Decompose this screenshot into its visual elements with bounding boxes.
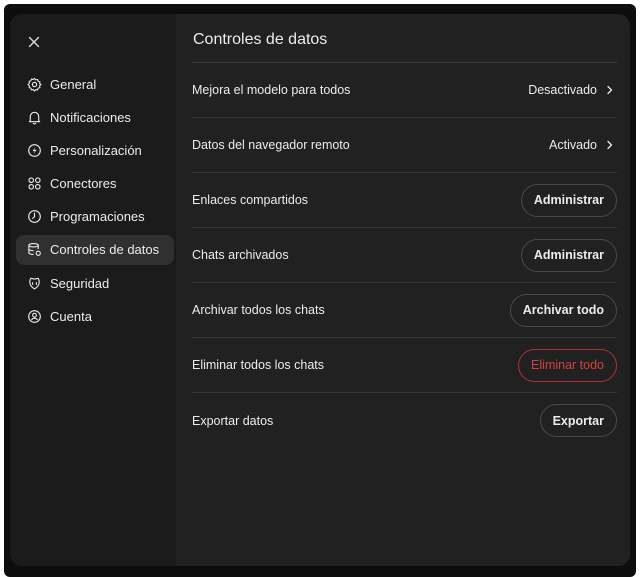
- page-title: Controles de datos: [193, 31, 328, 48]
- sidebar-item-security[interactable]: Seguridad: [16, 268, 174, 298]
- sidebar-item-personalization[interactable]: Personalización: [16, 135, 174, 165]
- setting-label: Datos del navegador remoto: [192, 138, 350, 152]
- setting-value: Desactivado: [528, 83, 597, 97]
- setting-row-archived-chats: Chats archivados Administrar: [192, 228, 617, 283]
- sidebar-item-label: Cuenta: [50, 308, 92, 324]
- remote-browser-toggle[interactable]: Activado: [549, 138, 617, 152]
- setting-label: Exportar datos: [192, 413, 274, 428]
- setting-label: Archivar todos los chats: [192, 303, 325, 317]
- connectors-icon: [26, 176, 42, 192]
- sidebar-item-label: Seguridad: [50, 275, 110, 291]
- setting-row-shared-links: Enlaces compartidos Administrar: [192, 173, 617, 228]
- archive-all-button[interactable]: Archivar todo: [509, 293, 617, 327]
- sidebar-item-account[interactable]: Cuenta: [16, 301, 174, 331]
- shield-icon: [26, 275, 42, 291]
- manage-shared-links-button[interactable]: Administrar: [520, 183, 617, 217]
- chevron-right-icon: [607, 85, 613, 95]
- delete-all-button[interactable]: Eliminar todo: [518, 348, 617, 382]
- sidebar-item-general[interactable]: General: [16, 69, 174, 99]
- gear-icon: [26, 76, 42, 92]
- close-button[interactable]: [22, 30, 46, 54]
- sidebar-item-label: Personalización: [50, 142, 142, 158]
- setting-row-archive-all: Archivar todos los chats Archivar todo: [192, 283, 617, 338]
- sidebar-item-schedules[interactable]: Programaciones: [16, 202, 174, 232]
- sidebar-item-label: Programaciones: [50, 209, 145, 225]
- setting-value: Activado: [549, 138, 597, 152]
- sidebar-item-label: Notificaciones: [50, 109, 131, 125]
- setting-row-improve-model: Mejora el modelo para todos Desactivado: [192, 63, 617, 118]
- setting-label: Mejora el modelo para todos: [192, 83, 351, 97]
- setting-row-delete-all: Eliminar todos los chats Eliminar todo: [192, 338, 617, 393]
- settings-dialog: General Notificaciones Personalización C…: [10, 14, 630, 566]
- clock-icon: [26, 209, 42, 225]
- sidebar-item-label: Conectores: [50, 176, 117, 192]
- sidebar-item-data-controls[interactable]: Controles de datos: [16, 234, 174, 265]
- export-button[interactable]: Exportar: [539, 404, 617, 437]
- personalization-icon: [26, 142, 42, 158]
- setting-row-remote-browser: Datos del navegador remoto Activado: [192, 118, 617, 173]
- settings-nav: General Notificaciones Personalización C…: [16, 69, 174, 335]
- sidebar-item-connectors[interactable]: Conectores: [16, 169, 174, 199]
- setting-label: Enlaces compartidos: [192, 193, 309, 207]
- settings-sidebar: General Notificaciones Personalización C…: [10, 14, 176, 566]
- account-icon: [26, 308, 42, 324]
- sidebar-item-label: General: [50, 76, 97, 92]
- bell-icon: [26, 109, 42, 125]
- sidebar-item-notifications[interactable]: Notificaciones: [16, 102, 174, 132]
- chevron-right-icon: [607, 140, 613, 150]
- setting-label: Eliminar todos los chats: [192, 358, 325, 372]
- settings-content: Controles de datos Mejora el modelo para…: [176, 14, 630, 566]
- sidebar-item-label: Controles de datos: [50, 242, 160, 258]
- database-icon: [26, 242, 42, 258]
- setting-row-export: Exportar datos Exportar: [192, 393, 617, 448]
- close-icon: [28, 36, 40, 48]
- manage-archived-chats-button[interactable]: Administrar: [520, 238, 617, 272]
- setting-label: Chats archivados: [192, 248, 289, 262]
- improve-model-toggle[interactable]: Desactivado: [528, 83, 617, 97]
